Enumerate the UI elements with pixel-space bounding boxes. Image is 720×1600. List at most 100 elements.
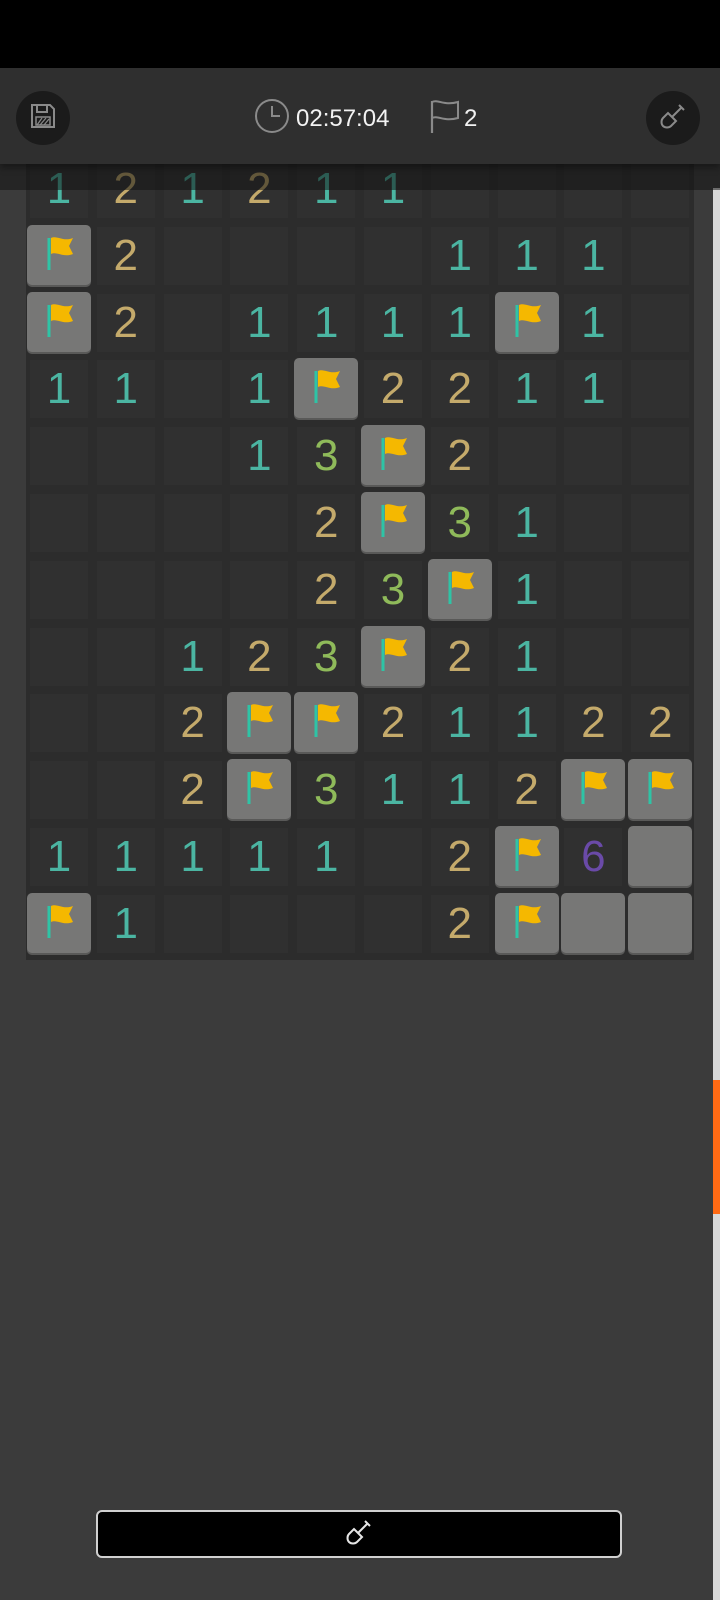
number-cell[interactable]: 2 [497,761,556,820]
empty-cell[interactable] [564,627,623,686]
flagged-cell[interactable] [494,826,559,888]
empty-cell[interactable] [96,761,155,820]
number-cell[interactable]: 1 [96,360,155,419]
number-cell[interactable]: 3 [297,761,356,820]
save-button[interactable] [16,91,70,145]
empty-cell[interactable] [96,560,155,619]
flagged-cell[interactable] [361,425,425,488]
flagged-cell[interactable] [27,224,91,287]
number-cell[interactable]: 1 [430,694,489,753]
flagged-cell[interactable] [361,625,425,688]
scrollbar-track[interactable] [713,188,720,1600]
number-cell[interactable]: 3 [297,627,356,686]
number-cell[interactable]: 2 [230,627,289,686]
number-cell[interactable]: 2 [430,894,489,953]
number-cell[interactable]: 1 [430,761,489,820]
number-cell[interactable]: 1 [497,694,556,753]
number-cell[interactable]: 1 [30,828,88,886]
flagged-cell[interactable] [227,692,292,755]
dig-action-button[interactable] [96,1510,622,1558]
empty-cell[interactable] [631,226,690,285]
number-cell[interactable]: 2 [96,226,155,285]
empty-cell[interactable] [96,627,155,686]
empty-cell[interactable] [497,427,556,486]
empty-cell[interactable] [30,560,88,619]
flagged-cell[interactable] [361,492,425,554]
number-cell[interactable]: 3 [297,427,356,486]
number-cell[interactable]: 1 [497,494,556,552]
flagged-cell[interactable] [294,692,359,755]
number-cell[interactable]: 1 [497,360,556,419]
empty-cell[interactable] [163,560,222,619]
flagged-cell[interactable] [494,291,559,354]
empty-cell[interactable] [163,293,222,352]
covered-cell[interactable] [561,892,626,955]
number-cell[interactable]: 2 [631,694,690,753]
empty-cell[interactable] [30,627,88,686]
number-cell[interactable]: 2 [430,627,489,686]
empty-cell[interactable] [163,226,222,285]
number-cell[interactable]: 1 [564,360,623,419]
flagged-cell[interactable] [27,892,91,955]
number-cell[interactable]: 1 [364,761,422,820]
empty-cell[interactable] [96,694,155,753]
number-cell[interactable]: 2 [430,360,489,419]
number-cell[interactable]: 2 [364,360,422,419]
empty-cell[interactable] [163,494,222,552]
empty-cell[interactable] [230,894,289,953]
number-cell[interactable]: 1 [230,293,289,352]
empty-cell[interactable] [30,694,88,753]
number-cell[interactable]: 1 [297,293,356,352]
number-cell[interactable]: 1 [230,360,289,419]
mode-toggle-button[interactable] [646,91,700,145]
empty-cell[interactable] [631,560,690,619]
flagged-cell[interactable] [227,759,292,822]
empty-cell[interactable] [564,494,623,552]
covered-cell[interactable] [628,826,693,888]
empty-cell[interactable] [564,560,623,619]
empty-cell[interactable] [30,761,88,820]
empty-cell[interactable] [230,494,289,552]
empty-cell[interactable] [96,494,155,552]
empty-cell[interactable] [364,894,422,953]
number-cell[interactable]: 1 [30,360,88,419]
empty-cell[interactable] [297,226,356,285]
minefield-grid[interactable]: 1212112111211111111221113223123112321221… [26,162,694,960]
number-cell[interactable]: 2 [297,494,356,552]
empty-cell[interactable] [631,293,690,352]
number-cell[interactable]: 2 [163,761,222,820]
number-cell[interactable]: 2 [96,293,155,352]
number-cell[interactable]: 1 [163,627,222,686]
empty-cell[interactable] [364,828,422,886]
empty-cell[interactable] [564,427,623,486]
number-cell[interactable]: 1 [497,560,556,619]
number-cell[interactable]: 1 [297,828,356,886]
empty-cell[interactable] [30,427,88,486]
empty-cell[interactable] [297,894,356,953]
flagged-cell[interactable] [27,291,91,354]
number-cell[interactable]: 1 [564,226,623,285]
scrollbar-thumb[interactable] [713,1080,720,1214]
empty-cell[interactable] [230,560,289,619]
number-cell[interactable]: 2 [430,828,489,886]
number-cell[interactable]: 1 [163,828,222,886]
number-cell[interactable]: 2 [430,427,489,486]
number-cell[interactable]: 2 [163,694,222,753]
number-cell[interactable]: 1 [430,226,489,285]
number-cell[interactable]: 3 [364,560,422,619]
empty-cell[interactable] [631,627,690,686]
number-cell[interactable]: 1 [430,293,489,352]
number-cell[interactable]: 2 [297,560,356,619]
empty-cell[interactable] [364,226,422,285]
flagged-cell[interactable] [427,558,492,621]
number-cell[interactable]: 1 [497,226,556,285]
number-cell[interactable]: 2 [364,694,422,753]
covered-cell[interactable] [628,892,693,955]
empty-cell[interactable] [631,494,690,552]
number-cell[interactable]: 3 [430,494,489,552]
empty-cell[interactable] [163,894,222,953]
empty-cell[interactable] [163,360,222,419]
number-cell[interactable]: 6 [564,828,623,886]
flagged-cell[interactable] [294,358,359,421]
number-cell[interactable]: 1 [96,894,155,953]
